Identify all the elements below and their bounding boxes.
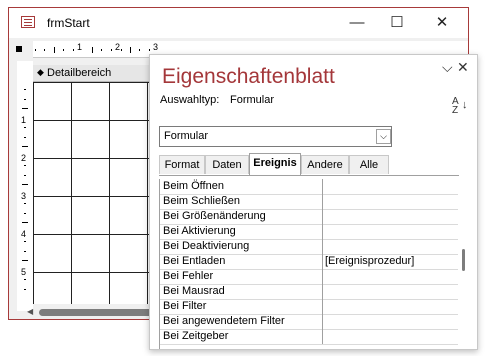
property-row[interactable]: Bei Entladen [Ereignisprozedur] (160, 254, 458, 270)
sort-az-icon[interactable]: A Z ↓ (452, 97, 468, 116)
property-row[interactable]: Bei Filter (160, 299, 458, 315)
property-value[interactable] (322, 194, 458, 209)
property-row[interactable]: Bei Größenänderung (160, 209, 458, 225)
property-value[interactable] (322, 314, 458, 329)
property-row[interactable]: Bei Fehler (160, 269, 458, 285)
property-name: Beim Öffnen (163, 180, 224, 192)
detail-grid-canvas[interactable] (33, 82, 163, 304)
property-row[interactable]: Beim Schließen (160, 194, 458, 210)
tab-format[interactable]: Format (159, 155, 205, 174)
vruler-number: 3 (21, 191, 27, 201)
property-name: Bei Größenänderung (163, 210, 266, 222)
tab-alle[interactable]: Alle (349, 155, 389, 174)
property-row[interactable]: Bei Aktivierung (160, 224, 458, 240)
ruler-number: 3 (153, 42, 159, 52)
property-sheet-title: Eigenschaftenblatt (162, 65, 335, 88)
section-label: Detailbereich (47, 67, 112, 79)
property-value-text: [Ereignisprozedur] (325, 255, 415, 267)
close-icon[interactable]: ✕ (457, 59, 469, 76)
vruler-number: 4 (21, 229, 27, 239)
property-sheet: Eigenschaftenblatt ⌵ ✕ Auswahltyp: Formu… (149, 54, 478, 350)
property-name: Bei Fehler (163, 270, 214, 282)
property-name: Bei Mausrad (163, 285, 225, 297)
vertical-ruler[interactable]: 1 2 3 4 5 (17, 61, 33, 311)
combo-value: Formular (164, 130, 209, 142)
scroll-thumb[interactable] (462, 249, 465, 271)
property-value[interactable] (322, 299, 458, 314)
horizontal-scrollbar[interactable]: ◀ (17, 307, 167, 317)
property-name: Bei angewendetem Filter (163, 315, 285, 327)
property-row[interactable]: Bei Deaktivierung (160, 239, 458, 255)
property-value[interactable] (322, 224, 458, 239)
ruler-corner-selector[interactable] (16, 46, 22, 52)
maximize-button[interactable]: ☐ (382, 12, 412, 34)
scroll-thumb[interactable] (39, 309, 159, 316)
property-value[interactable] (322, 284, 458, 299)
ruler-number: 1 (77, 42, 83, 52)
property-row[interactable]: Beim Öffnen ⌵ ··· (160, 179, 458, 195)
tab-ereignis[interactable]: Ereignis (249, 153, 301, 175)
object-selector-combo[interactable]: Formular ⌵ (159, 126, 392, 147)
selection-type-label: Auswahltyp: (160, 94, 220, 106)
tab-andere[interactable]: Andere (301, 155, 349, 174)
vruler-number: 2 (21, 153, 27, 163)
vruler-number: 1 (21, 115, 27, 125)
close-button[interactable]: ✕ (427, 12, 457, 34)
property-value[interactable]: [Ereignisprozedur] (322, 254, 458, 269)
property-value[interactable] (322, 209, 458, 224)
property-value[interactable] (322, 239, 458, 254)
tab-daten[interactable]: Daten (205, 155, 249, 174)
section-expand-icon: ◆ (37, 67, 44, 77)
property-value[interactable] (322, 269, 458, 284)
property-name: Bei Entladen (163, 255, 226, 267)
form-title: frmStart (47, 16, 90, 30)
ruler-number: 2 (115, 42, 121, 52)
property-row[interactable]: Bei angewendetem Filter (160, 314, 458, 330)
minimize-button[interactable]: — (342, 12, 372, 34)
property-name: Bei Aktivierung (163, 225, 236, 237)
chevron-down-icon[interactable]: ⌵ (442, 59, 453, 76)
form-titlebar[interactable]: frmStart — ☐ ✕ (9, 8, 468, 38)
detail-section-bar[interactable]: ◆ Detailbereich (33, 65, 163, 82)
property-value[interactable]: ⌵ ··· (322, 179, 458, 194)
form-icon (21, 16, 35, 28)
property-tabs: Format Daten Ereignis Andere Alle (159, 153, 459, 176)
selection-type-value: Formular (230, 94, 275, 106)
property-name: Bei Zeitgeber (163, 330, 229, 342)
property-name: Beim Schließen (163, 195, 241, 207)
property-name: Bei Filter (163, 300, 207, 312)
chevron-down-icon[interactable]: ⌵ (376, 129, 391, 144)
scroll-left-icon[interactable]: ◀ (27, 307, 33, 316)
property-name: Bei Deaktivierung (163, 240, 250, 252)
property-grid: Beim Öffnen ⌵ ··· Beim Schließen Bei Grö… (159, 179, 458, 349)
property-row[interactable]: Bei Zeitgeber (160, 329, 458, 345)
vruler-number: 5 (21, 267, 27, 277)
property-value[interactable] (322, 329, 458, 344)
property-row[interactable]: Bei Mausrad (160, 284, 458, 300)
